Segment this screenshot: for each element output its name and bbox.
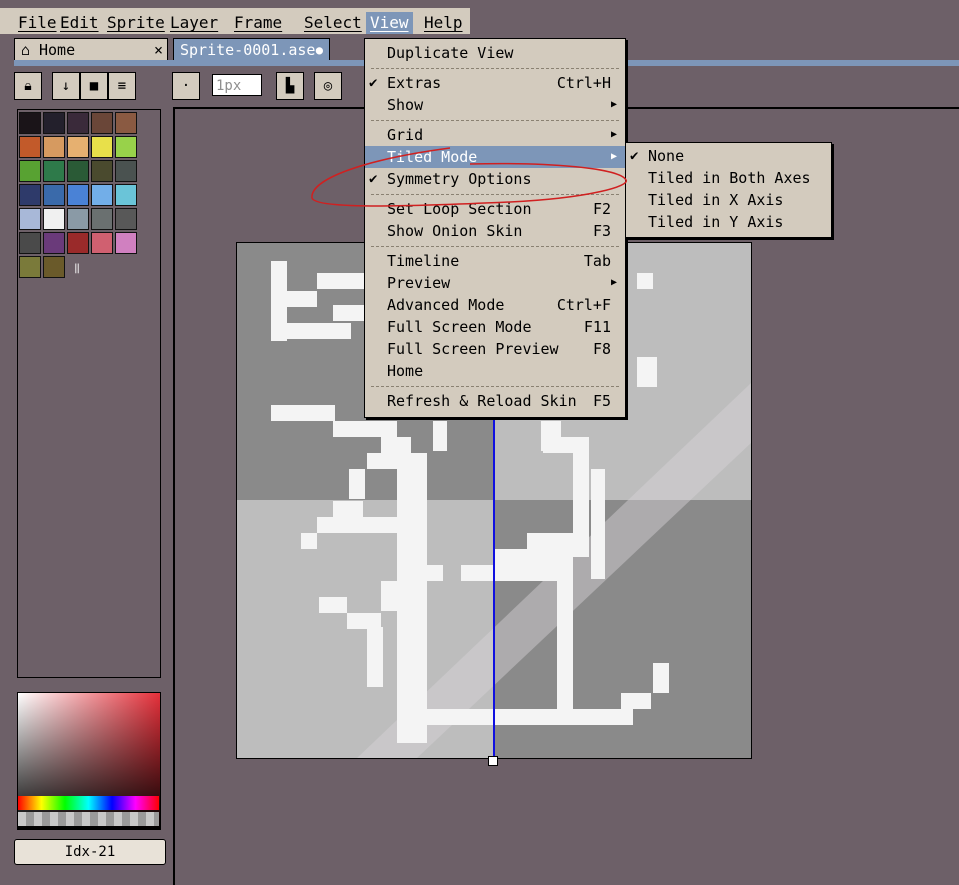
menu-item-home[interactable]: Home bbox=[365, 360, 625, 382]
menu-item-show[interactable]: Show ▶ bbox=[365, 94, 625, 116]
palette-swatch[interactable] bbox=[43, 136, 65, 158]
color-index-field[interactable]: Idx-21 bbox=[14, 839, 166, 865]
submenu-item-tiled-y-axis[interactable]: Tiled in Y Axis bbox=[626, 211, 831, 233]
menu-select[interactable]: Select bbox=[300, 12, 366, 34]
submenu-item-tiled-x-axis[interactable]: Tiled in X Axis bbox=[626, 189, 831, 211]
palette-swatch[interactable] bbox=[115, 112, 137, 134]
palette-swatch[interactable] bbox=[19, 232, 41, 254]
checkmark-icon: ✔ bbox=[369, 75, 378, 91]
menu-item-extras[interactable]: ✔ Extras Ctrl+H bbox=[365, 72, 625, 94]
palette-swatch[interactable] bbox=[115, 232, 137, 254]
palette-swatch[interactable] bbox=[43, 256, 65, 278]
palette-swatch[interactable] bbox=[19, 160, 41, 182]
palette-swatch[interactable] bbox=[19, 184, 41, 206]
palette-swatch[interactable] bbox=[19, 112, 41, 134]
close-icon[interactable]: × bbox=[154, 39, 163, 61]
palette-swatch[interactable] bbox=[91, 184, 113, 206]
menu-view[interactable]: View bbox=[366, 12, 413, 34]
menu-item-duplicate-view[interactable]: Duplicate View bbox=[365, 42, 625, 64]
palette-swatch[interactable] bbox=[115, 136, 137, 158]
menu-item-show-onion-skin[interactable]: Show Onion Skin F3 bbox=[365, 220, 625, 242]
palette-swatch[interactable] bbox=[67, 184, 89, 206]
palette-swatch[interactable] bbox=[67, 136, 89, 158]
palette-swatch[interactable] bbox=[91, 136, 113, 158]
canvas-resize-handle[interactable] bbox=[488, 756, 498, 766]
palette-swatch[interactable] bbox=[115, 184, 137, 206]
palette-swatch[interactable] bbox=[91, 112, 113, 134]
tab-home[interactable]: ⌂ Home × bbox=[14, 38, 168, 62]
palette-swatch[interactable] bbox=[19, 136, 41, 158]
palette-swatch[interactable] bbox=[43, 160, 65, 182]
alpha-slider[interactable] bbox=[18, 812, 159, 826]
palette-swatch[interactable] bbox=[91, 160, 113, 182]
submenu-arrow-icon: ▶ bbox=[610, 99, 617, 110]
annotation-ellipse bbox=[311, 147, 627, 207]
palette-swatch[interactable] bbox=[43, 232, 65, 254]
brush-shape-icon[interactable]: · bbox=[172, 72, 200, 100]
pixel-perfect-icon[interactable]: ◎ bbox=[314, 72, 342, 100]
tab-home-label: Home bbox=[39, 41, 76, 59]
palette-swatch[interactable] bbox=[67, 232, 89, 254]
menu-edit[interactable]: Edit bbox=[56, 12, 103, 34]
menu-frame[interactable]: Frame bbox=[230, 12, 286, 34]
lock-icon[interactable]: 🔒︎ bbox=[14, 72, 42, 100]
menu-item-full-screen-preview[interactable]: Full Screen Preview F8 bbox=[365, 338, 625, 360]
view-menu-dropdown: Duplicate View ✔ Extras Ctrl+H Show ▶ Grid ▶… bbox=[364, 38, 626, 418]
menu-help[interactable]: Help bbox=[420, 12, 467, 34]
palette-swatch[interactable] bbox=[43, 184, 65, 206]
submenu-arrow-icon: ▶ bbox=[610, 277, 617, 288]
home-icon: ⌂ bbox=[21, 41, 31, 59]
modified-dot-icon[interactable]: ● bbox=[316, 39, 323, 61]
tiled-mode-submenu: ✔ None Tiled in Both Axes Tiled in X Axis… bbox=[625, 142, 832, 238]
menu-item-refresh-reload-skin[interactable]: Refresh & Reload Skin F5 bbox=[365, 390, 625, 412]
palette-swatch[interactable] bbox=[19, 208, 41, 230]
down-arrow-icon[interactable]: ↓ bbox=[52, 72, 80, 100]
tab-sprite[interactable]: Sprite-0001.ase ● bbox=[173, 38, 330, 62]
tab-sprite-label: Sprite-0001.ase bbox=[180, 41, 316, 59]
submenu-item-tiled-both-axes[interactable]: Tiled in Both Axes bbox=[626, 167, 831, 189]
list-menu-icon[interactable]: ≡ bbox=[108, 72, 136, 100]
menu-layer[interactable]: Layer bbox=[166, 12, 222, 34]
menu-item-advanced-mode[interactable]: Advanced Mode Ctrl+F bbox=[365, 294, 625, 316]
menu-file[interactable]: File bbox=[14, 12, 61, 34]
menu-item-timeline[interactable]: Timeline Tab bbox=[365, 250, 625, 272]
palette-swatch[interactable] bbox=[67, 208, 89, 230]
palette-swatch[interactable] bbox=[67, 160, 89, 182]
palette-swatch[interactable] bbox=[91, 208, 113, 230]
palette-swatch[interactable] bbox=[43, 208, 65, 230]
brush-size-input[interactable]: 1px bbox=[212, 74, 262, 96]
ink-icon[interactable]: ▙ bbox=[276, 72, 304, 100]
menu-item-full-screen-mode[interactable]: Full Screen Mode F11 bbox=[365, 316, 625, 338]
palette-resize-handle[interactable]: ‖ bbox=[74, 263, 80, 274]
palette-swatch[interactable] bbox=[67, 112, 89, 134]
palette-swatch[interactable] bbox=[91, 232, 113, 254]
stop-icon[interactable]: ■ bbox=[80, 72, 108, 100]
hue-slider[interactable] bbox=[18, 796, 159, 810]
palette-swatch[interactable] bbox=[115, 160, 137, 182]
palette-swatch[interactable] bbox=[19, 256, 41, 278]
submenu-item-none[interactable]: ✔ None bbox=[626, 145, 831, 167]
menu-sprite[interactable]: Sprite bbox=[103, 12, 169, 34]
menu-bar: File Edit Sprite Layer Frame Select View… bbox=[0, 0, 959, 36]
palette-swatch[interactable] bbox=[43, 112, 65, 134]
palette-swatch[interactable] bbox=[115, 208, 137, 230]
menu-item-preview[interactable]: Preview ▶ bbox=[365, 272, 625, 294]
